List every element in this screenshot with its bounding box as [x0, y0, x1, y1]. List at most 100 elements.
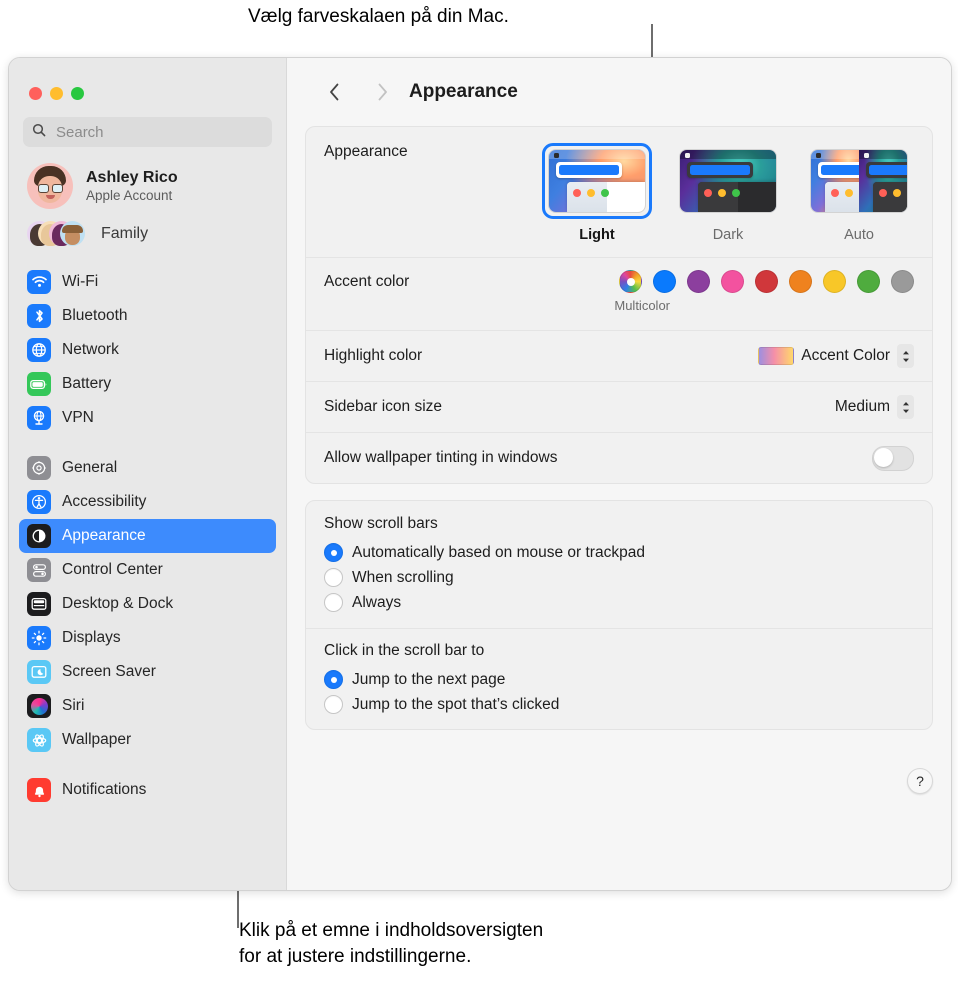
account-subtitle: Apple Account — [86, 188, 173, 203]
sidebar-item-network[interactable]: Network — [19, 333, 276, 367]
scroll-bar-click-title: Click in the scroll bar to — [324, 642, 485, 659]
page-title: Appearance — [409, 81, 518, 102]
search-input[interactable] — [54, 122, 263, 142]
dark-thumbnail — [679, 149, 777, 213]
sidebar-item-appearance[interactable]: Appearance — [19, 519, 276, 553]
account-row[interactable]: Ashley Rico Apple Account — [9, 147, 286, 209]
accent-swatch-multicolor[interactable] — [619, 270, 642, 293]
scroll-click-option-next-page[interactable]: Jump to the next page — [324, 667, 914, 692]
system-settings-window: Ashley Rico Apple Account Family — [8, 57, 952, 891]
wallpaper-tinting-toggle[interactable] — [872, 445, 914, 471]
scroll-click-option-spot-clicked[interactable]: Jump to the spot that’s clicked — [324, 692, 914, 717]
search-icon — [32, 123, 46, 142]
appearance-option-auto[interactable]: Auto — [804, 143, 914, 243]
toolbar: Appearance — [305, 58, 933, 126]
help-button[interactable]: ? — [907, 768, 933, 794]
radio-button[interactable] — [324, 670, 343, 689]
forward-button[interactable] — [365, 75, 399, 109]
wallpaper-tinting-control — [872, 445, 914, 471]
accent-swatch-graphite[interactable] — [891, 270, 914, 293]
accent-color-label: Accent color — [324, 272, 410, 290]
sidebar-item-label: Notifications — [62, 781, 147, 798]
radio-label: Always — [352, 593, 402, 611]
accent-swatch-green[interactable] — [857, 270, 880, 293]
sidebar-item-label: Screen Saver — [62, 663, 156, 680]
nav-divider — [19, 757, 276, 773]
zoom-button[interactable] — [71, 87, 84, 100]
accent-swatch-blue[interactable] — [653, 270, 676, 293]
radio-label: Jump to the spot that’s clicked — [352, 695, 560, 713]
search-container — [9, 100, 286, 147]
back-button[interactable] — [317, 75, 351, 109]
accent-swatch-purple[interactable] — [687, 270, 710, 293]
accent-swatch-red[interactable] — [755, 270, 778, 293]
accent-color-swatches — [619, 270, 914, 293]
nav-group-system: General Accessibility Appearance Control… — [19, 451, 276, 757]
sidebar-icon-size-row: Sidebar icon size Medium — [306, 381, 932, 432]
accent-swatch-pink[interactable] — [721, 270, 744, 293]
radio-label: Jump to the next page — [352, 670, 506, 688]
radio-button[interactable] — [324, 543, 343, 562]
sidebar-item-label: Battery — [62, 375, 112, 392]
sidebar-nav: Wi-Fi Bluetooth Network Battery VPN Gene… — [9, 247, 286, 807]
minimize-button[interactable] — [50, 87, 63, 100]
sidebar-item-accessibility[interactable]: Accessibility — [19, 485, 276, 519]
wallpaper-tinting-row: Allow wallpaper tinting in windows — [306, 432, 932, 483]
desktop-dock-icon — [27, 592, 51, 616]
highlight-color-popup[interactable]: Accent Color — [758, 344, 914, 368]
appearance-settings-card: Appearance Light Dark Auto Accent color … — [305, 126, 933, 484]
sidebar-item-wallpaper[interactable]: Wallpaper — [19, 723, 276, 757]
sidebar-item-battery[interactable]: Battery — [19, 367, 276, 401]
sidebar-item-family[interactable]: Family — [9, 209, 286, 247]
siri-icon — [27, 694, 51, 718]
sidebar-item-wi-fi[interactable]: Wi-Fi — [19, 265, 276, 299]
sidebar-item-notifications[interactable]: Notifications — [19, 773, 276, 807]
accent-swatch-yellow[interactable] — [823, 270, 846, 293]
globe-icon — [27, 338, 51, 362]
bluetooth-icon — [27, 304, 51, 328]
radio-button[interactable] — [324, 593, 343, 612]
chevron-up-down-icon[interactable] — [897, 395, 914, 419]
sidebar-icon-size-control[interactable]: Medium — [835, 395, 914, 419]
scroll-bars-option-automatic[interactable]: Automatically based on mouse or trackpad — [324, 540, 914, 565]
sidebar-icon-size-popup[interactable]: Medium — [835, 395, 914, 419]
radio-button[interactable] — [324, 568, 343, 587]
gear-icon — [27, 456, 51, 480]
appearance-option-label: Auto — [844, 227, 874, 243]
accent-swatch-orange[interactable] — [789, 270, 812, 293]
sidebar-item-control-center[interactable]: Control Center — [19, 553, 276, 587]
appearance-option-light[interactable]: Light — [542, 143, 652, 243]
sidebar-item-general[interactable]: General — [19, 451, 276, 485]
battery-icon — [27, 372, 51, 396]
sidebar-icon-size-label: Sidebar icon size — [324, 398, 443, 415]
sidebar-item-vpn[interactable]: VPN — [19, 401, 276, 435]
appearance-option-dark[interactable]: Dark — [673, 143, 783, 243]
highlight-color-row: Highlight color Accent Color — [306, 330, 932, 381]
control-center-icon — [27, 558, 51, 582]
scroll-bars-option-when-scrolling[interactable]: When scrolling — [324, 565, 914, 590]
sidebar-item-siri[interactable]: Siri — [19, 689, 276, 723]
sidebar-item-label: Wi-Fi — [62, 273, 99, 290]
scroll-bars-option-always[interactable]: Always — [324, 590, 914, 615]
chevron-up-down-icon[interactable] — [897, 344, 914, 368]
sidebar-item-screen-saver[interactable]: Screen Saver — [19, 655, 276, 689]
appearance-row: Appearance Light Dark Auto — [306, 127, 932, 257]
callout-bottom-line1: Klik på et emne i indholdsoversigten — [239, 920, 544, 941]
scroll-settings-card: Show scroll bars Automatically based on … — [305, 500, 933, 730]
radio-label: When scrolling — [352, 568, 454, 586]
radio-button[interactable] — [324, 695, 343, 714]
wallpaper-tinting-label: Allow wallpaper tinting in windows — [324, 449, 558, 466]
family-label: Family — [101, 225, 149, 242]
sidebar-icon-size-value: Medium — [834, 398, 890, 415]
sidebar-item-label: VPN — [62, 409, 94, 426]
search-box[interactable] — [23, 117, 272, 147]
sidebar-item-desktop-and-dock[interactable]: Desktop & Dock — [19, 587, 276, 621]
highlight-color-control[interactable]: Accent Color — [758, 344, 914, 368]
accent-color-row: Accent color Multicolor — [306, 257, 932, 330]
nav-group-notifications: Notifications — [19, 773, 276, 807]
sidebar-item-displays[interactable]: Displays — [19, 621, 276, 655]
nav-divider — [19, 435, 276, 451]
sidebar-item-bluetooth[interactable]: Bluetooth — [19, 299, 276, 333]
callout-top-text: Vælg farveskalaen på din Mac. — [248, 6, 509, 27]
close-button[interactable] — [29, 87, 42, 100]
